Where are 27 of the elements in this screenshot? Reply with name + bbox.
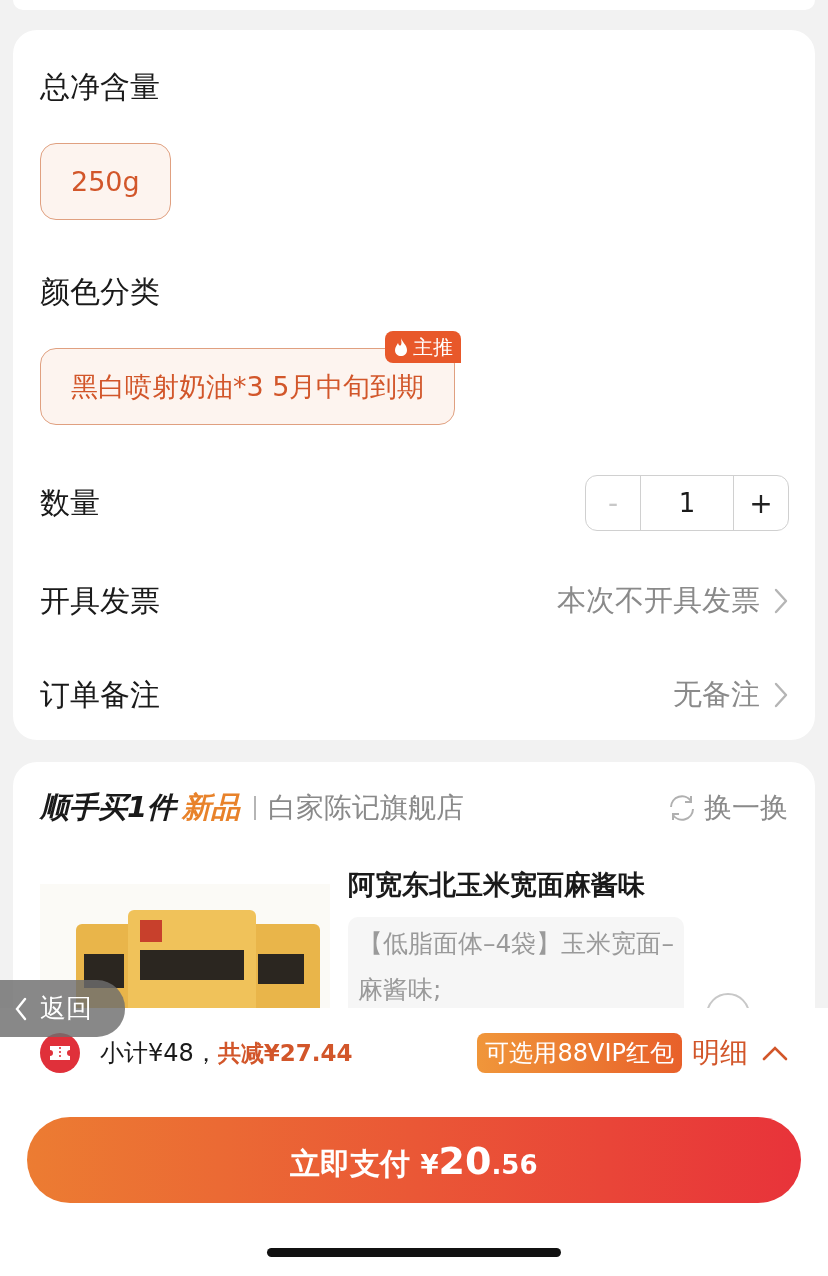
quantity-field[interactable]: 1 (640, 476, 734, 530)
flame-icon (393, 337, 410, 357)
row-label: 数量 (40, 483, 100, 522)
pay-button[interactable]: 立即支付 ¥20.56 (27, 1117, 801, 1203)
product-name[interactable]: 阿宽东北玉米宽面麻酱味 (348, 865, 788, 905)
row-value[interactable]: 无备注 (673, 675, 760, 715)
chevron-right-icon (774, 588, 788, 614)
discount-text: 共减¥27.44 (217, 1038, 353, 1068)
row-label: 开具发票 (40, 581, 160, 620)
section-title: 顺手买1件 (40, 789, 177, 826)
back-button[interactable]: 返回 (0, 980, 125, 1037)
row-label: 订单备注 (40, 675, 160, 714)
detail-button[interactable]: 明细 (682, 1034, 788, 1072)
vip-coupon-tag[interactable]: 可选用88VIP红包 (477, 1033, 682, 1073)
chevron-right-icon (774, 682, 788, 708)
sku-selector[interactable]: 【低脂面体–4袋】玉米宽面–麻酱味; (348, 917, 684, 1008)
refresh-link[interactable]: 换一换 (704, 789, 788, 827)
subtotal-text: 小计¥48， (100, 1038, 218, 1069)
chevron-left-icon (14, 996, 28, 1021)
option-chip[interactable]: 250g (40, 143, 171, 220)
chevron-up-icon (762, 1045, 788, 1061)
plus-button[interactable]: + (734, 476, 788, 530)
row-value[interactable]: 本次不开具发票 (557, 581, 760, 621)
spec-title: 颜色分类 (40, 273, 161, 311)
spec-title: 总净含量 (40, 68, 161, 106)
shop-name[interactable]: 白家陈记旗舰店 (268, 789, 465, 827)
new-tag: 新品 (182, 788, 241, 828)
